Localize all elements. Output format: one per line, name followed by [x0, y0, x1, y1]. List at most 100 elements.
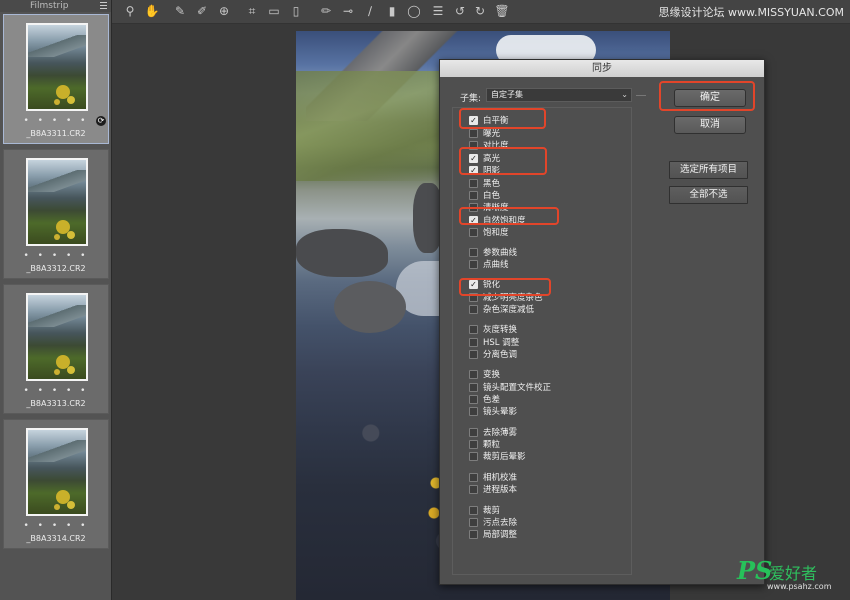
- checkbox[interactable]: [469, 370, 478, 379]
- option-label: 裁剪: [483, 506, 501, 516]
- rating-dots[interactable]: • • • • •: [4, 521, 108, 531]
- straighten-icon[interactable]: ▭: [266, 3, 282, 19]
- graduated-filter-icon[interactable]: ▮: [384, 3, 400, 19]
- transform-icon[interactable]: ▯: [288, 3, 304, 19]
- divider: [636, 95, 646, 96]
- target-adjust-icon[interactable]: ⊕: [216, 3, 232, 19]
- checkbox[interactable]: [469, 191, 478, 200]
- logo-text: 爱好者: [769, 564, 818, 583]
- checkbox[interactable]: [469, 383, 478, 392]
- cancel-button[interactable]: 取消: [674, 116, 746, 134]
- option-label: 清晰度: [483, 203, 509, 213]
- filmstrip-title: Filmstrip: [30, 1, 69, 11]
- filmstrip-item[interactable]: • • • • • _B8A3312.CR2: [3, 149, 109, 279]
- checkbox[interactable]: [469, 203, 478, 212]
- photo-thumbnail[interactable]: [26, 23, 88, 111]
- rotate-right-icon[interactable]: ↻: [472, 3, 488, 19]
- checkbox[interactable]: ✓: [469, 116, 478, 125]
- site-watermark: 思缘设计论坛 www.MISSYUAN.COM: [658, 6, 844, 19]
- option-label: 灰度转换: [483, 325, 518, 335]
- checkbox[interactable]: [469, 141, 478, 150]
- hand-icon[interactable]: ✋: [144, 3, 160, 19]
- option-label: 去除薄雾: [483, 428, 518, 438]
- checkbox[interactable]: [469, 473, 478, 482]
- select-all-button[interactable]: 选定所有项目: [669, 161, 748, 179]
- zoom-icon[interactable]: ⚲: [122, 3, 138, 19]
- toolbar: ⚲ ✋ ✎ ✐ ⊕ ⌗ ▭ ▯ ✏ ⊸ ∕ ▮ ◯ ☰ ↺ ↻ 🗑 思缘设计论坛…: [112, 0, 850, 24]
- checkbox[interactable]: [469, 428, 478, 437]
- checkbox[interactable]: [469, 452, 478, 461]
- option-label: 高光: [483, 154, 501, 164]
- photo-thumbnail[interactable]: [26, 428, 88, 516]
- checkbox[interactable]: [469, 506, 478, 515]
- checkbox[interactable]: [469, 305, 478, 314]
- checkbox[interactable]: [469, 179, 478, 188]
- checkbox[interactable]: ✓: [469, 166, 478, 175]
- checkbox[interactable]: [469, 228, 478, 237]
- filmstrip-item[interactable]: • • • • • _B8A3314.CR2: [3, 419, 109, 549]
- option-label: 相机校准: [483, 473, 518, 483]
- option-label: 镜头配置文件校正: [483, 383, 552, 393]
- filename-label: _B8A3312.CR2: [26, 264, 86, 273]
- photo-thumbnail[interactable]: [26, 293, 88, 381]
- radial-filter-icon[interactable]: ◯: [406, 3, 422, 19]
- rock-shape: [334, 281, 406, 333]
- checkbox[interactable]: [469, 248, 478, 257]
- option-label: 对比度: [483, 141, 509, 151]
- option-label: 白平衡: [483, 116, 509, 126]
- filename-label: _B8A3314.CR2: [26, 534, 86, 543]
- option-label: 杂色深度减低: [483, 305, 535, 315]
- subset-select[interactable]: 自定子集 ⌄: [486, 88, 632, 102]
- option-label: 减少明亮度杂色: [483, 293, 543, 303]
- filmstrip-header: Filmstrip: [0, 0, 111, 12]
- checkbox[interactable]: ✓: [469, 216, 478, 225]
- option-label: 镜头晕影: [483, 407, 518, 417]
- crop-icon[interactable]: ⌗: [244, 3, 260, 19]
- checkbox[interactable]: [469, 518, 478, 527]
- checkbox[interactable]: ✓: [469, 154, 478, 163]
- white-balance-icon[interactable]: ✎: [172, 3, 188, 19]
- menu-icon[interactable]: [100, 2, 107, 9]
- rating-dots[interactable]: • • • • •: [4, 251, 108, 261]
- sync-dialog: 同步 子集: 自定子集 ⌄ ✓ 白平衡 曝光 对比度 ✓ 高光 ✓ 阴影 黑色 白色 清晰度 ✓ 自然饱…: [439, 59, 765, 585]
- checkbox[interactable]: [469, 407, 478, 416]
- checkbox[interactable]: [469, 440, 478, 449]
- option-label: 自然饱和度: [483, 216, 526, 226]
- option-label: 参数曲线: [483, 248, 518, 258]
- checkbox[interactable]: [469, 325, 478, 334]
- dialog-title[interactable]: 同步: [440, 60, 764, 77]
- rating-dots[interactable]: • • • • •: [4, 386, 108, 396]
- checkbox[interactable]: [469, 530, 478, 539]
- chevron-down-icon: ⌄: [621, 90, 628, 99]
- filmstrip-item[interactable]: • • • • • _B8A3313.CR2: [3, 284, 109, 414]
- checkbox[interactable]: [469, 485, 478, 494]
- trash-icon[interactable]: 🗑: [494, 3, 510, 19]
- option-label: 阴影: [483, 166, 501, 176]
- filmstrip-item[interactable]: • • • • • ⟳ _B8A3311.CR2: [3, 14, 109, 144]
- checkbox[interactable]: ✓: [469, 280, 478, 289]
- rotate-left-icon[interactable]: ↺: [452, 3, 468, 19]
- hillside-shape: [296, 71, 446, 181]
- checkbox[interactable]: [469, 395, 478, 404]
- option-label: HSL 调整: [483, 338, 520, 348]
- ok-button[interactable]: 确定: [674, 89, 746, 107]
- subset-label: 子集:: [460, 94, 482, 104]
- option-label: 变换: [483, 370, 501, 380]
- adjustment-brush-icon[interactable]: ∕: [362, 3, 378, 19]
- preferences-icon[interactable]: ☰: [430, 3, 446, 19]
- checkbox[interactable]: [469, 350, 478, 359]
- spot-removal-icon[interactable]: ✏: [318, 3, 334, 19]
- rating-dots[interactable]: • • • • •: [4, 116, 108, 126]
- color-sampler-icon[interactable]: ✐: [194, 3, 210, 19]
- checkbox[interactable]: [469, 293, 478, 302]
- photo-thumbnail[interactable]: [26, 158, 88, 246]
- deselect-all-button[interactable]: 全部不选: [669, 186, 748, 204]
- checkbox[interactable]: [469, 129, 478, 138]
- checkbox[interactable]: [469, 260, 478, 269]
- checkbox[interactable]: [469, 338, 478, 347]
- rock-shape: [296, 229, 388, 277]
- sync-options-list: ✓ 白平衡 曝光 对比度 ✓ 高光 ✓ 阴影 黑色 白色 清晰度 ✓ 自然饱和度 饱和度 参数曲线 点曲线 ✓ 锐…: [452, 107, 632, 575]
- option-label: 色差: [483, 395, 501, 405]
- red-eye-icon[interactable]: ⊸: [340, 3, 356, 19]
- option-label: 污点去除: [483, 518, 518, 528]
